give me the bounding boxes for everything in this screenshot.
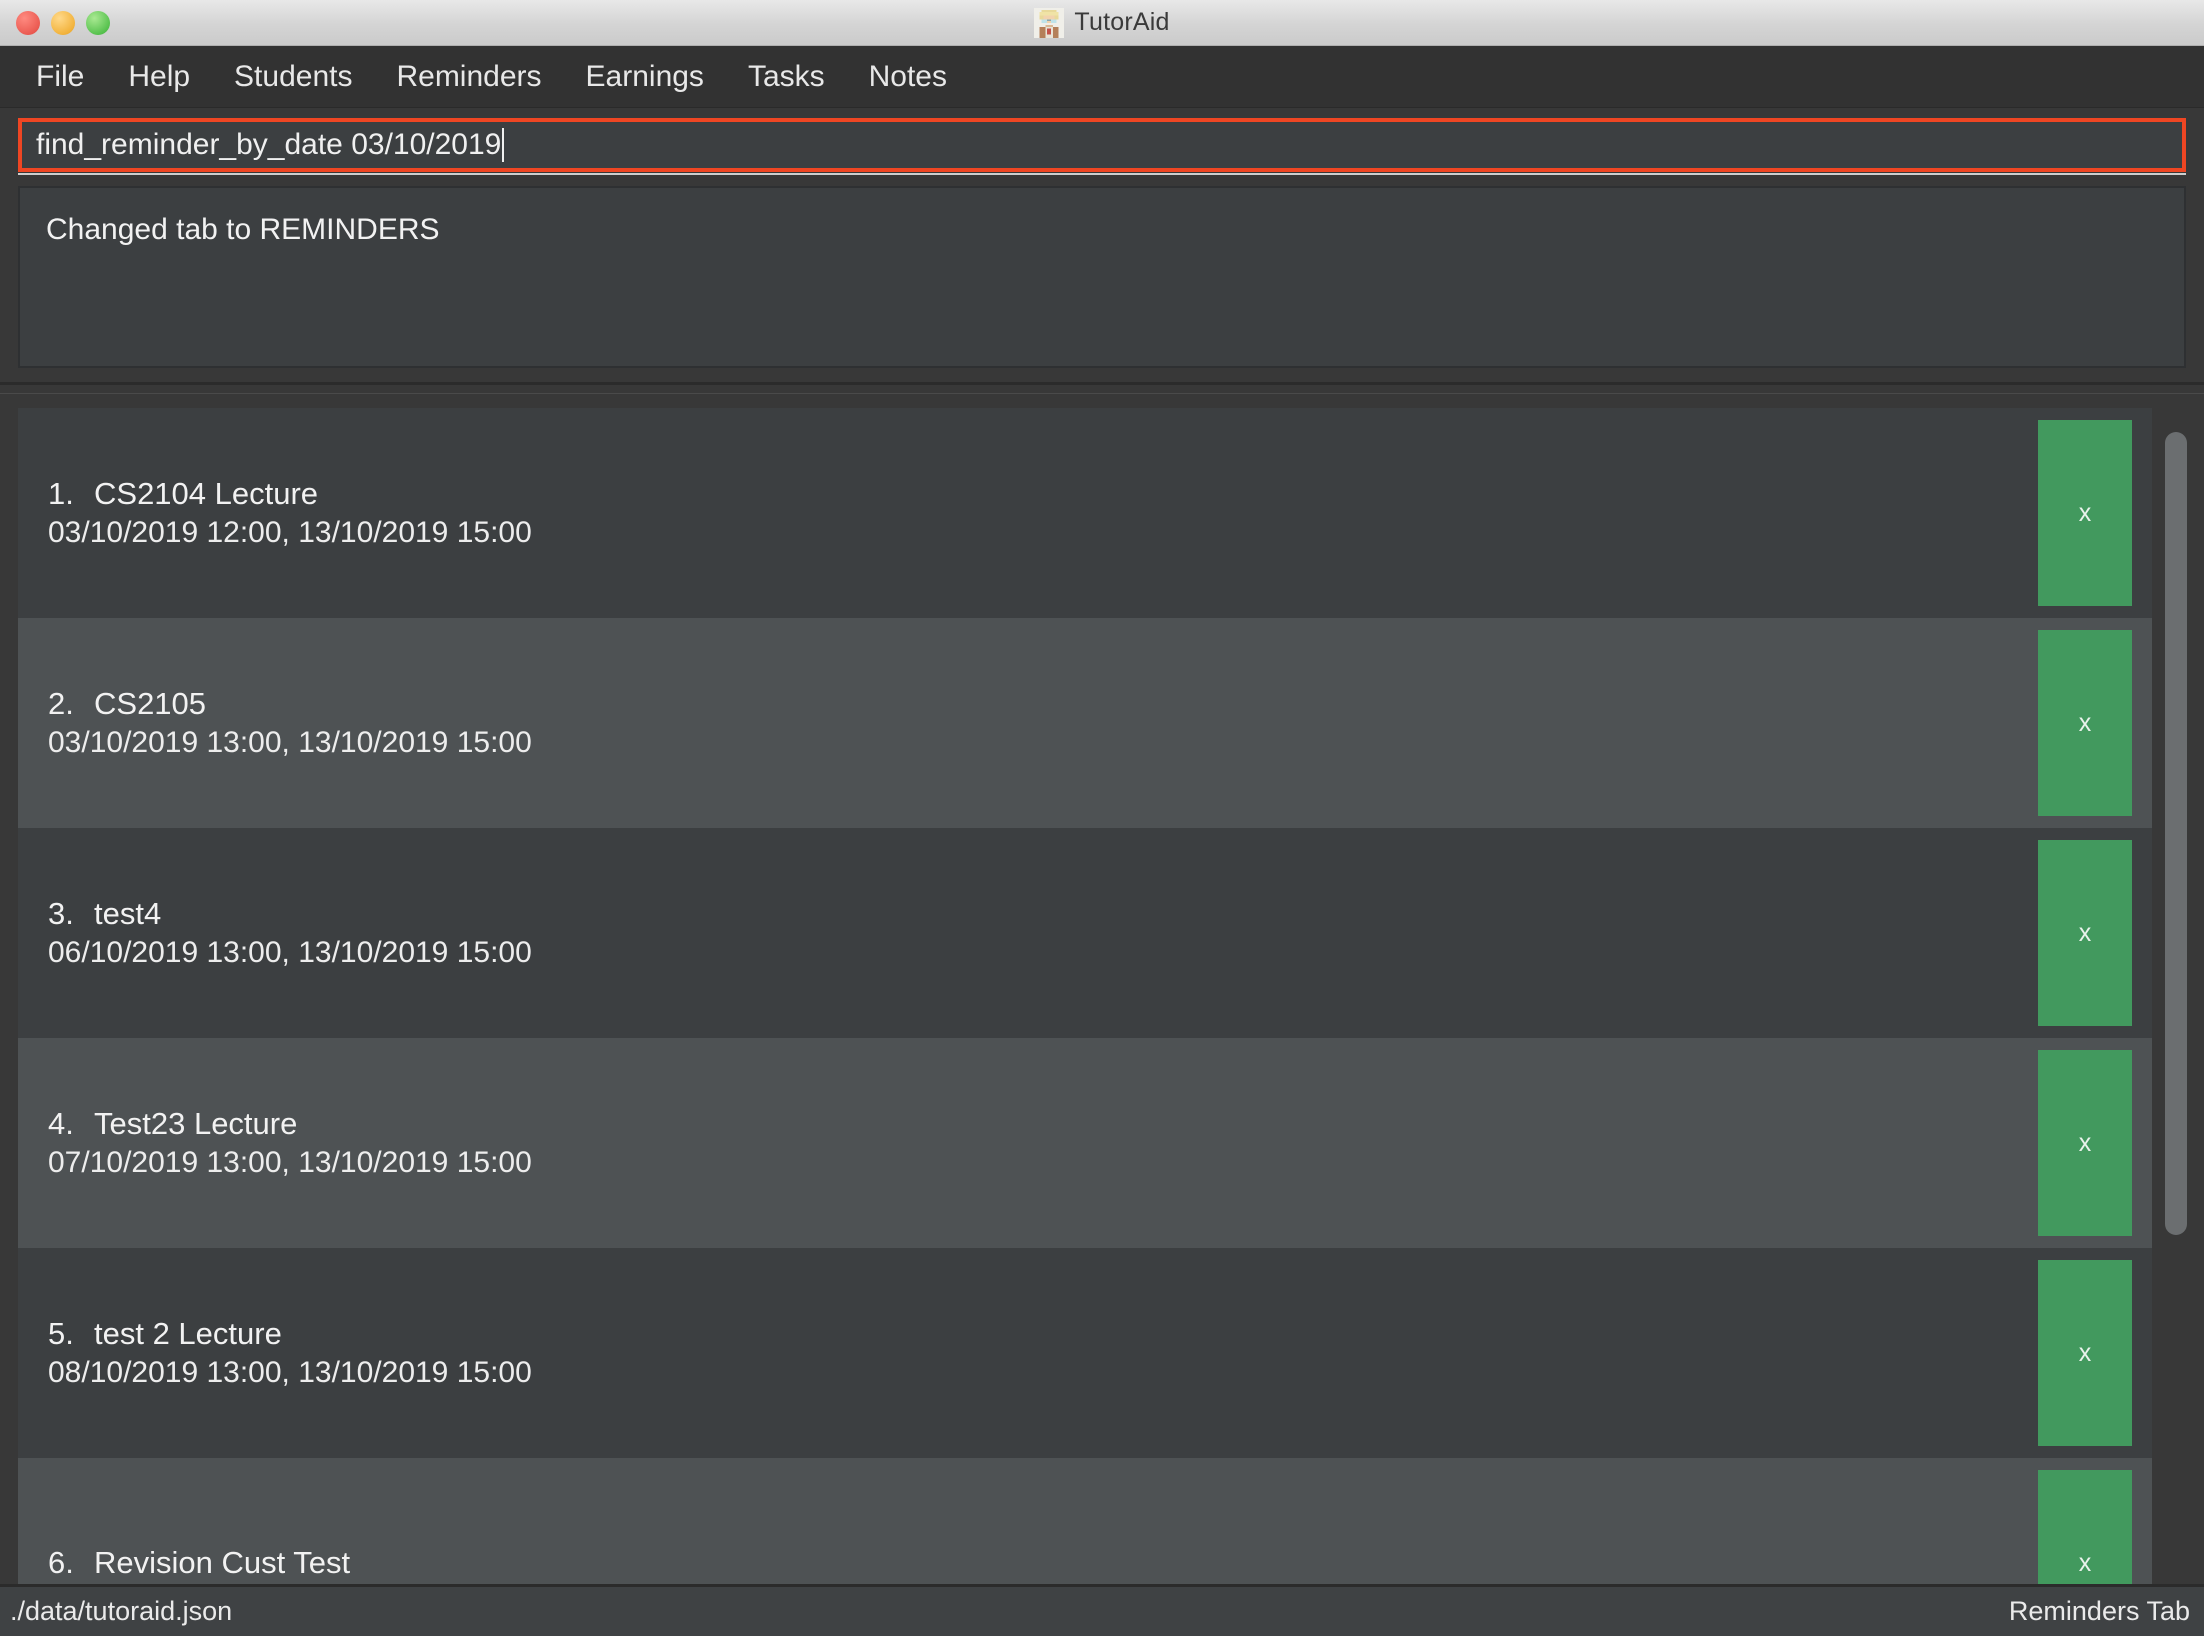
scrollbar-thumb[interactable] — [2165, 431, 2187, 1235]
list-item-index: 2. — [48, 685, 74, 721]
status-bar: ./data/tutoraid.json Reminders Tab — [0, 1584, 2204, 1636]
menu-item-notes[interactable]: Notes — [847, 58, 969, 96]
delete-reminder-button[interactable]: x — [2038, 1470, 2132, 1584]
scrollbar-track[interactable] — [2165, 420, 2187, 1584]
window-controls — [16, 10, 110, 35]
list-item-index: 3. — [48, 895, 74, 931]
reminder-list: 1. CS2104 Lecture 03/10/2019 12:00, 13/10… — [18, 408, 2152, 1584]
titlebar: TutorAid — [0, 0, 2204, 46]
close-window-button[interactable] — [16, 10, 40, 35]
list-item[interactable]: 2. CS2105 03/10/2019 13:00, 13/10/2019 15… — [18, 618, 2152, 828]
list-item-schedule: 07/10/2019 13:00, 13/10/2019 15:00 — [48, 1145, 532, 1179]
zoom-window-button[interactable] — [86, 10, 110, 35]
list-item-schedule: 03/10/2019 13:00, 13/10/2019 15:00 — [48, 725, 532, 759]
menu-item-students[interactable]: Students — [212, 58, 374, 96]
list-item[interactable]: 4. Test23 Lecture 07/10/2019 13:00, 13/10… — [18, 1038, 2152, 1248]
delete-reminder-button[interactable]: x — [2038, 840, 2132, 1026]
menu-item-earnings[interactable]: Earnings — [564, 58, 726, 96]
list-item-content: 1. CS2104 Lecture 03/10/2019 12:00, 13/10… — [18, 408, 2038, 618]
list-item-index: 5. — [48, 1315, 74, 1351]
list-item-content: 5. test 2 Lecture 08/10/2019 13:00, 13/10… — [18, 1248, 2038, 1458]
list-item[interactable]: 3. test4 06/10/2019 13:00, 13/10/2019 15:… — [18, 828, 2152, 1038]
command-box-region: find_reminder_by_date 03/10/2019 — [0, 108, 2204, 175]
list-item[interactable]: 5. test 2 Lecture 08/10/2019 13:00, 13/10… — [18, 1248, 2152, 1458]
list-item-index: 1. — [48, 475, 74, 511]
list-item[interactable]: 1. CS2104 Lecture 03/10/2019 12:00, 13/10… — [18, 408, 2152, 618]
list-item-actions: x — [2038, 1248, 2152, 1458]
list-item-schedule: 08/10/2019 13:00, 13/10/2019 15:00 — [48, 1355, 532, 1389]
command-input[interactable]: find_reminder_by_date 03/10/2019 — [18, 118, 2186, 172]
delete-reminder-button[interactable]: x — [2038, 630, 2132, 816]
delete-reminder-button[interactable]: x — [2038, 1050, 2132, 1236]
list-item-schedule: 03/10/2019 12:00, 13/10/2019 15:00 — [48, 515, 532, 549]
result-display-region: Changed tab to REMINDERS — [0, 172, 2204, 382]
list-item-actions: x — [2038, 408, 2152, 618]
list-item-schedule: 06/10/2019 13:00, 13/10/2019 15:00 — [48, 935, 532, 969]
menu-item-reminders[interactable]: Reminders — [374, 58, 563, 96]
app-title: TutorAid — [1074, 8, 1170, 36]
menu-bar: File Help Students Reminders Earnings Ta… — [0, 46, 2204, 108]
list-item-actions: x — [2038, 828, 2152, 1038]
list-scrollbar[interactable] — [2152, 408, 2204, 1584]
list-item-title: 1. CS2104 Lecture — [48, 474, 2038, 514]
list-item-title: 6. Revision Cust Test — [48, 1543, 2038, 1583]
list-item-content: 3. test4 06/10/2019 13:00, 13/10/2019 15:… — [18, 828, 2038, 1038]
delete-reminder-button[interactable]: x — [2038, 420, 2132, 606]
command-underline — [18, 173, 2186, 175]
list-item-actions: x — [2038, 1038, 2152, 1248]
list-item-actions: x — [2038, 618, 2152, 828]
command-input-value: find_reminder_by_date 03/10/2019 — [36, 128, 502, 161]
result-display[interactable]: Changed tab to REMINDERS — [18, 186, 2186, 368]
list-item[interactable]: 6. Revision Cust Test x — [18, 1458, 2152, 1584]
list-item-index: 6. — [48, 1545, 74, 1581]
delete-reminder-button[interactable]: x — [2038, 1260, 2132, 1446]
list-item-content: 2. CS2105 03/10/2019 13:00, 13/10/2019 15… — [18, 618, 2038, 828]
current-tab-status: Reminders Tab — [2008, 1596, 2190, 1626]
list-item-title: 5. test 2 Lecture — [48, 1314, 2038, 1354]
list-item-content: 6. Revision Cust Test — [18, 1458, 2038, 1584]
result-display-text: Changed tab to REMINDERS — [46, 213, 440, 246]
list-item-name: Test23 Lecture — [94, 1105, 298, 1141]
list-item-name: test 2 Lecture — [94, 1315, 282, 1351]
reminder-list-region: 1. CS2104 Lecture 03/10/2019 12:00, 13/10… — [0, 394, 2204, 1584]
tutor-avatar-icon — [1034, 7, 1065, 38]
list-item-title: 3. test4 — [48, 894, 2038, 934]
titlebar-center: TutorAid — [0, 7, 2204, 38]
list-item-name: Revision Cust Test — [94, 1545, 351, 1581]
text-caret — [502, 128, 505, 162]
list-item-name: test4 — [94, 895, 162, 931]
menu-item-tasks[interactable]: Tasks — [726, 58, 847, 96]
minimize-window-button[interactable] — [51, 10, 75, 35]
menu-item-file[interactable]: File — [14, 58, 106, 96]
app-window: TutorAid File Help Students Reminders Ea… — [0, 0, 2204, 1636]
list-item-index: 4. — [48, 1105, 74, 1141]
list-item-title: 2. CS2105 — [48, 684, 2038, 724]
list-item-name: CS2104 Lecture — [94, 475, 319, 511]
list-item-content: 4. Test23 Lecture 07/10/2019 13:00, 13/10… — [18, 1038, 2038, 1248]
list-item-actions: x — [2038, 1458, 2152, 1584]
list-item-title: 4. Test23 Lecture — [48, 1104, 2038, 1144]
save-location-status: ./data/tutoraid.json — [10, 1596, 233, 1626]
menu-item-help[interactable]: Help — [106, 58, 212, 96]
list-item-name: CS2105 — [94, 685, 207, 721]
panel-divider — [0, 382, 2204, 394]
